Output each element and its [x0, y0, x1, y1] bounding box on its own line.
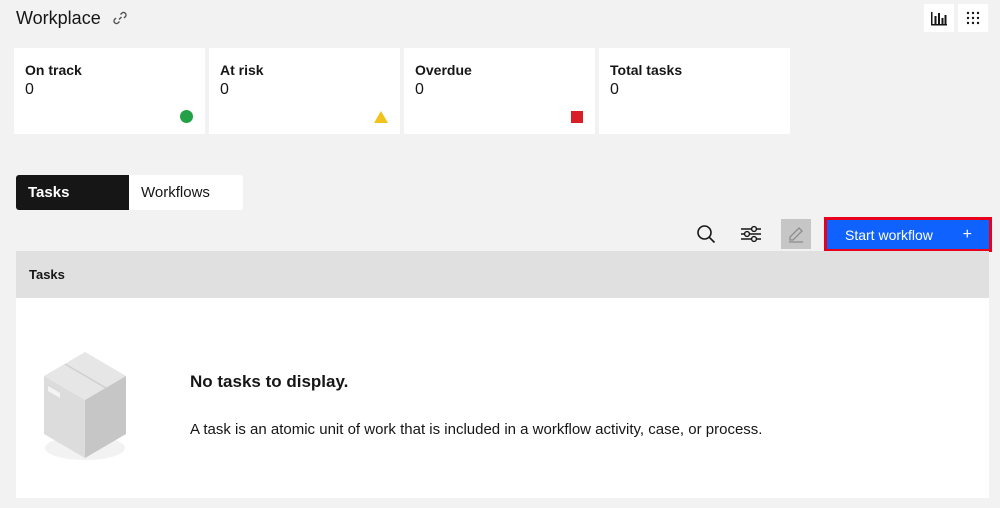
chart-bar-icon[interactable]	[924, 4, 954, 32]
tile-value: 0	[25, 81, 34, 98]
sliders-icon[interactable]	[736, 219, 766, 249]
start-workflow-label: Start workflow	[845, 226, 933, 243]
tile-total-tasks[interactable]: Total tasks 0	[599, 48, 790, 134]
tile-value: 0	[610, 81, 619, 98]
tile-overdue[interactable]: Overdue 0	[404, 48, 595, 134]
grid-dots-icon[interactable]	[958, 4, 988, 32]
page-title: Workplace	[16, 7, 101, 28]
top-actions	[924, 4, 988, 32]
empty-state-title: No tasks to display.	[190, 372, 349, 391]
link-icon[interactable]	[111, 9, 129, 27]
tile-value: 0	[415, 81, 424, 98]
empty-state-description: A task is an atomic unit of work that is…	[190, 421, 763, 438]
tab-workflows[interactable]: Workflows	[129, 175, 243, 210]
start-workflow-button[interactable]: Start workflow +	[824, 217, 992, 252]
summary-tiles: On track 0 At risk 0 Overdue 0 Total tas…	[14, 48, 790, 134]
plus-icon: +	[962, 225, 972, 243]
tile-on-track[interactable]: On track 0	[14, 48, 205, 134]
column-header-tasks: Tasks	[29, 267, 65, 282]
tile-label: On track	[25, 62, 82, 78]
green-circle-icon	[180, 110, 193, 123]
tile-label: Overdue	[415, 62, 472, 78]
yellow-triangle-icon	[374, 111, 388, 123]
tile-at-risk[interactable]: At risk 0	[209, 48, 400, 134]
box-icon	[40, 348, 130, 463]
tile-label: Total tasks	[610, 62, 683, 78]
tile-label: At risk	[220, 62, 264, 78]
empty-state: No tasks to display. A task is an atomic…	[16, 298, 989, 498]
table-header: Tasks	[16, 251, 989, 298]
page-header: Workplace	[16, 6, 129, 30]
pencil-icon[interactable]	[781, 219, 811, 249]
tab-tasks[interactable]: Tasks	[16, 175, 129, 210]
search-icon[interactable]	[691, 219, 721, 249]
red-square-icon	[571, 111, 583, 123]
tile-value: 0	[220, 81, 229, 98]
content-switcher: Tasks Workflows	[16, 175, 243, 210]
table-toolbar: Start workflow +	[0, 217, 1000, 252]
